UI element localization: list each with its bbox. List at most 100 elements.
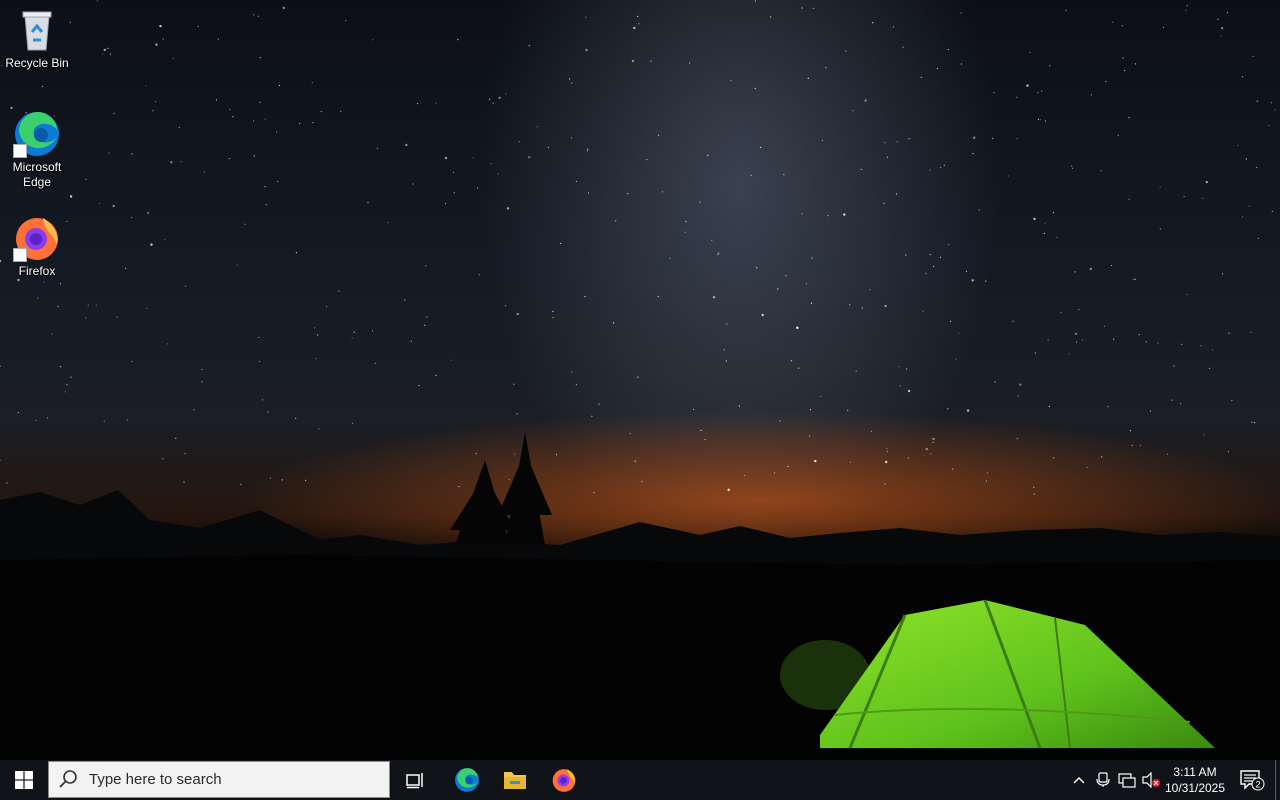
star bbox=[1113, 338, 1115, 340]
task-view-button[interactable] bbox=[394, 760, 438, 800]
star bbox=[107, 47, 109, 49]
search-box[interactable]: Type here to search bbox=[48, 761, 390, 798]
star bbox=[372, 39, 374, 41]
star bbox=[70, 376, 72, 378]
star bbox=[810, 302, 813, 304]
star bbox=[155, 43, 158, 46]
star bbox=[627, 193, 629, 195]
star bbox=[808, 435, 811, 437]
star bbox=[345, 20, 347, 22]
star bbox=[1171, 399, 1173, 401]
star bbox=[971, 279, 974, 282]
star bbox=[615, 220, 617, 222]
star bbox=[412, 183, 414, 185]
show-desktop-button[interactable] bbox=[1275, 760, 1280, 800]
star bbox=[718, 252, 720, 254]
star bbox=[925, 447, 928, 451]
show-hidden-icons-button[interactable] bbox=[1068, 760, 1090, 800]
star bbox=[376, 147, 378, 149]
star bbox=[952, 468, 954, 470]
star bbox=[295, 252, 297, 254]
taskbar-file-explorer-button[interactable] bbox=[491, 760, 539, 800]
star bbox=[317, 334, 319, 336]
star bbox=[416, 103, 419, 105]
star bbox=[0, 365, 1, 367]
star bbox=[17, 278, 20, 282]
star bbox=[258, 336, 260, 339]
star bbox=[152, 110, 154, 112]
star bbox=[1208, 367, 1211, 369]
windows-logo-icon bbox=[15, 771, 33, 789]
star bbox=[371, 330, 374, 332]
star bbox=[1016, 438, 1018, 440]
star bbox=[1049, 65, 1051, 67]
star bbox=[773, 472, 776, 474]
star bbox=[986, 472, 989, 474]
star bbox=[518, 141, 520, 143]
star bbox=[1101, 456, 1103, 458]
star bbox=[1139, 444, 1141, 446]
desktop-icon-microsoft-edge[interactable]: Microsoft Edge bbox=[0, 110, 74, 190]
star bbox=[591, 415, 593, 417]
star bbox=[1133, 278, 1135, 281]
star bbox=[883, 202, 885, 204]
star bbox=[1016, 138, 1018, 140]
start-button[interactable] bbox=[0, 760, 48, 800]
star bbox=[814, 459, 817, 463]
star bbox=[492, 102, 494, 104]
star bbox=[1217, 18, 1219, 20]
clock[interactable]: 3:11 AM 10/31/2025 bbox=[1162, 760, 1228, 800]
star bbox=[1220, 35, 1222, 37]
star bbox=[754, 87, 756, 90]
star bbox=[1252, 55, 1254, 57]
star bbox=[811, 257, 813, 259]
star bbox=[1117, 134, 1119, 136]
notification-center-button[interactable]: 2 bbox=[1232, 760, 1272, 800]
star bbox=[948, 244, 950, 246]
star bbox=[886, 156, 889, 158]
star bbox=[777, 288, 779, 290]
star bbox=[315, 358, 317, 360]
star bbox=[295, 417, 297, 419]
star bbox=[658, 134, 660, 136]
star bbox=[812, 7, 815, 9]
desktop[interactable]: Recycle Bin Microsoft Edge Firefox bbox=[0, 0, 1280, 760]
star bbox=[958, 332, 960, 334]
star bbox=[1242, 216, 1244, 218]
star bbox=[1129, 430, 1131, 432]
star bbox=[352, 422, 354, 424]
star bbox=[259, 101, 261, 103]
star bbox=[847, 409, 849, 411]
star bbox=[1159, 228, 1161, 230]
network-button[interactable] bbox=[1116, 760, 1138, 800]
taskbar: Type here to search 3:11 AM 10/31/2025 2 bbox=[0, 760, 1280, 800]
star bbox=[229, 108, 231, 110]
star bbox=[162, 38, 164, 40]
star bbox=[711, 239, 713, 241]
star bbox=[41, 85, 44, 87]
star bbox=[692, 408, 695, 410]
star bbox=[1220, 27, 1224, 30]
star bbox=[110, 53, 112, 55]
star bbox=[87, 304, 89, 306]
star bbox=[807, 77, 809, 79]
desktop-icon-firefox[interactable]: Firefox bbox=[0, 214, 74, 279]
desktop-icon-recycle-bin[interactable]: Recycle Bin bbox=[0, 6, 74, 71]
star bbox=[528, 45, 530, 47]
star bbox=[1074, 332, 1078, 335]
star bbox=[587, 192, 590, 194]
star bbox=[637, 15, 639, 17]
star bbox=[1245, 158, 1247, 160]
star bbox=[933, 265, 935, 267]
star bbox=[638, 23, 640, 25]
star bbox=[236, 264, 238, 266]
taskbar-firefox-button[interactable] bbox=[540, 760, 588, 800]
star bbox=[410, 340, 412, 342]
volume-button[interactable] bbox=[1140, 760, 1162, 800]
star bbox=[201, 381, 203, 383]
star bbox=[1074, 271, 1076, 273]
star bbox=[790, 360, 793, 362]
clock-date: 10/31/2025 bbox=[1164, 781, 1226, 795]
meet-now-button[interactable] bbox=[1092, 760, 1114, 800]
taskbar-edge-button[interactable] bbox=[443, 760, 491, 800]
